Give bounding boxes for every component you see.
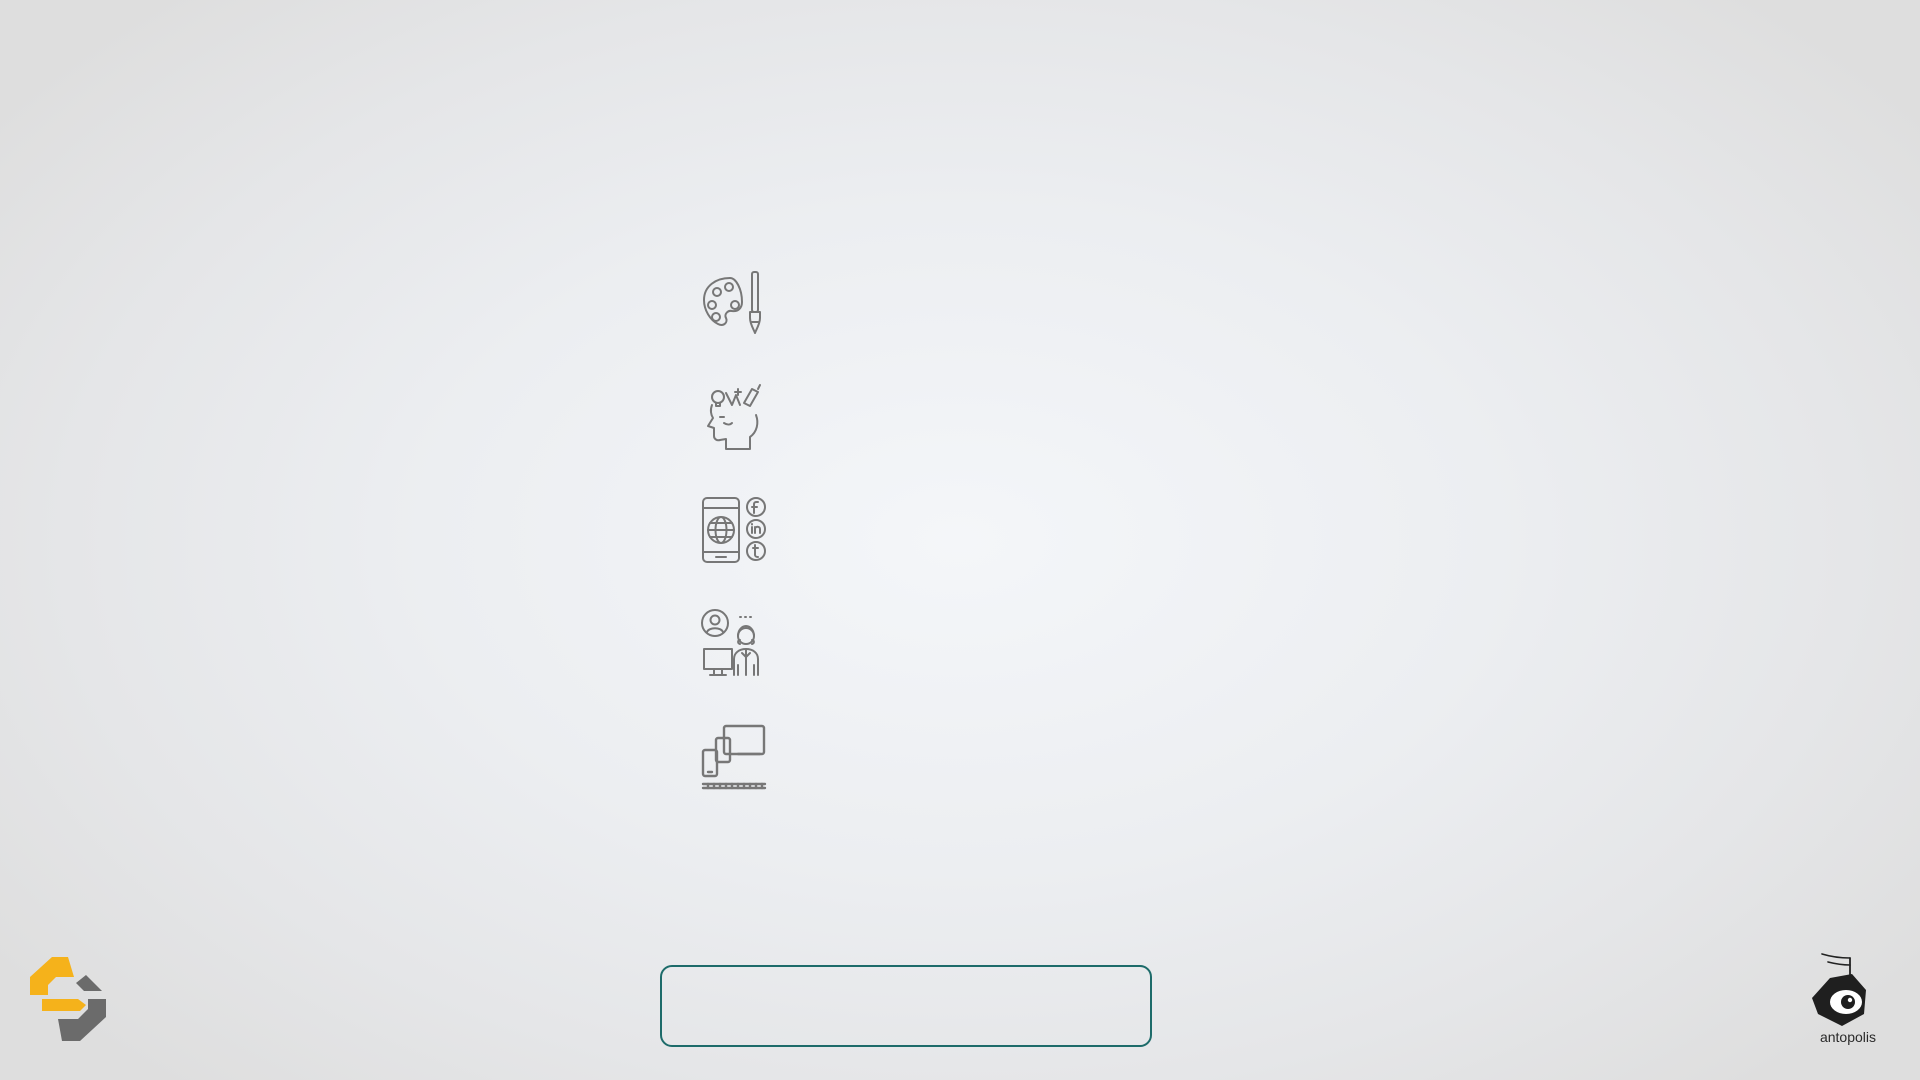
developer-team-icon [700, 609, 768, 677]
responsive-devices-icon [700, 722, 768, 790]
hexagon-s-logo [22, 955, 112, 1041]
creative-mind-icon [700, 383, 768, 451]
cta-button[interactable] [660, 965, 1152, 1047]
antopolis-logo: antopolis [1808, 952, 1888, 1052]
mobile-social-media-icon [700, 496, 768, 564]
antopolis-logo-text: antopolis [1819, 1029, 1877, 1045]
palette-brush-icon [700, 270, 768, 338]
